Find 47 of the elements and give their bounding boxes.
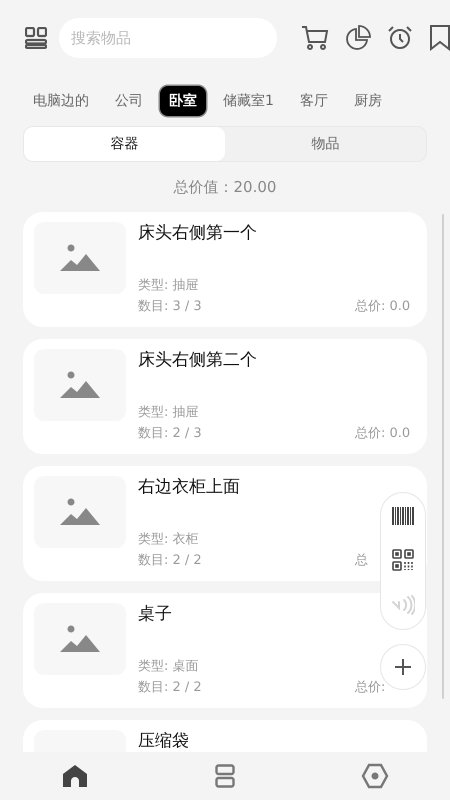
card-title: 桌子	[138, 604, 172, 624]
segment-tab[interactable]: 物品	[225, 127, 426, 161]
type-label: 类型: 抽屉	[138, 277, 199, 295]
count-label: 数目: 2 / 2	[138, 552, 202, 570]
card-title: 压缩袋	[138, 731, 189, 751]
qr-code-icon[interactable]	[392, 549, 414, 571]
segment-tab[interactable]: 容器	[24, 127, 225, 161]
type-label: 类型: 抽屉	[138, 404, 199, 422]
plus-icon	[394, 658, 412, 676]
location-tab[interactable]: 电脑边的	[24, 86, 98, 116]
grid-icon[interactable]	[25, 27, 47, 49]
cart-icon[interactable]	[301, 25, 329, 51]
location-tab[interactable]: 储藏室1	[214, 86, 283, 116]
card-title: 床头右侧第一个	[138, 223, 257, 243]
search-field[interactable]: 搜索物品	[59, 18, 277, 58]
count-label: 数目: 2 / 3	[138, 425, 202, 443]
item-card[interactable]: 床头右侧第一个 类型: 抽屉 数目: 3 / 3 总价: 0.0	[23, 212, 427, 327]
location-tab[interactable]: 客厅	[290, 86, 337, 116]
card-title: 右边衣柜上面	[138, 477, 240, 497]
price-label: 总	[355, 552, 368, 570]
price-label: 总价:	[355, 679, 386, 697]
pie-chart-icon[interactable]	[345, 25, 371, 51]
image-icon	[60, 371, 100, 399]
item-card[interactable]: 右边衣柜上面 类型: 衣柜 数目: 2 / 2 总	[23, 466, 427, 581]
type-label: 类型: 衣柜	[138, 531, 199, 549]
count-label: 数目: 3 / 3	[138, 298, 202, 316]
list-icon[interactable]	[215, 764, 235, 788]
item-card[interactable]: 床头右侧第二个 类型: 抽屉 数目: 2 / 3 总价: 0.0	[23, 339, 427, 454]
bookmark-icon[interactable]	[429, 25, 450, 51]
image-icon	[60, 625, 100, 653]
location-tab[interactable]: 卧室	[160, 86, 206, 116]
image-icon	[60, 498, 100, 526]
count-label: 数目: 2 / 2	[138, 679, 202, 697]
alarm-clock-icon[interactable]	[387, 25, 413, 51]
price-label: 总价: 0.0	[355, 425, 410, 443]
card-title: 床头右侧第二个	[138, 350, 257, 370]
barcode-icon[interactable]	[392, 507, 414, 525]
item-card[interactable]: 桌子 类型: 桌面 数目: 2 / 2 总价:	[23, 593, 427, 708]
item-card[interactable]: 压缩袋	[23, 720, 427, 752]
type-label: 类型: 桌面	[138, 658, 199, 676]
price-label: 总价: 0.0	[355, 298, 410, 316]
image-icon	[60, 244, 100, 272]
location-tab[interactable]: 厨房	[344, 86, 391, 116]
total-value: 总价值：20.00	[174, 178, 276, 196]
home-icon[interactable]	[61, 764, 89, 788]
location-tab[interactable]: 公司	[106, 86, 152, 116]
settings-icon[interactable]	[361, 763, 389, 789]
